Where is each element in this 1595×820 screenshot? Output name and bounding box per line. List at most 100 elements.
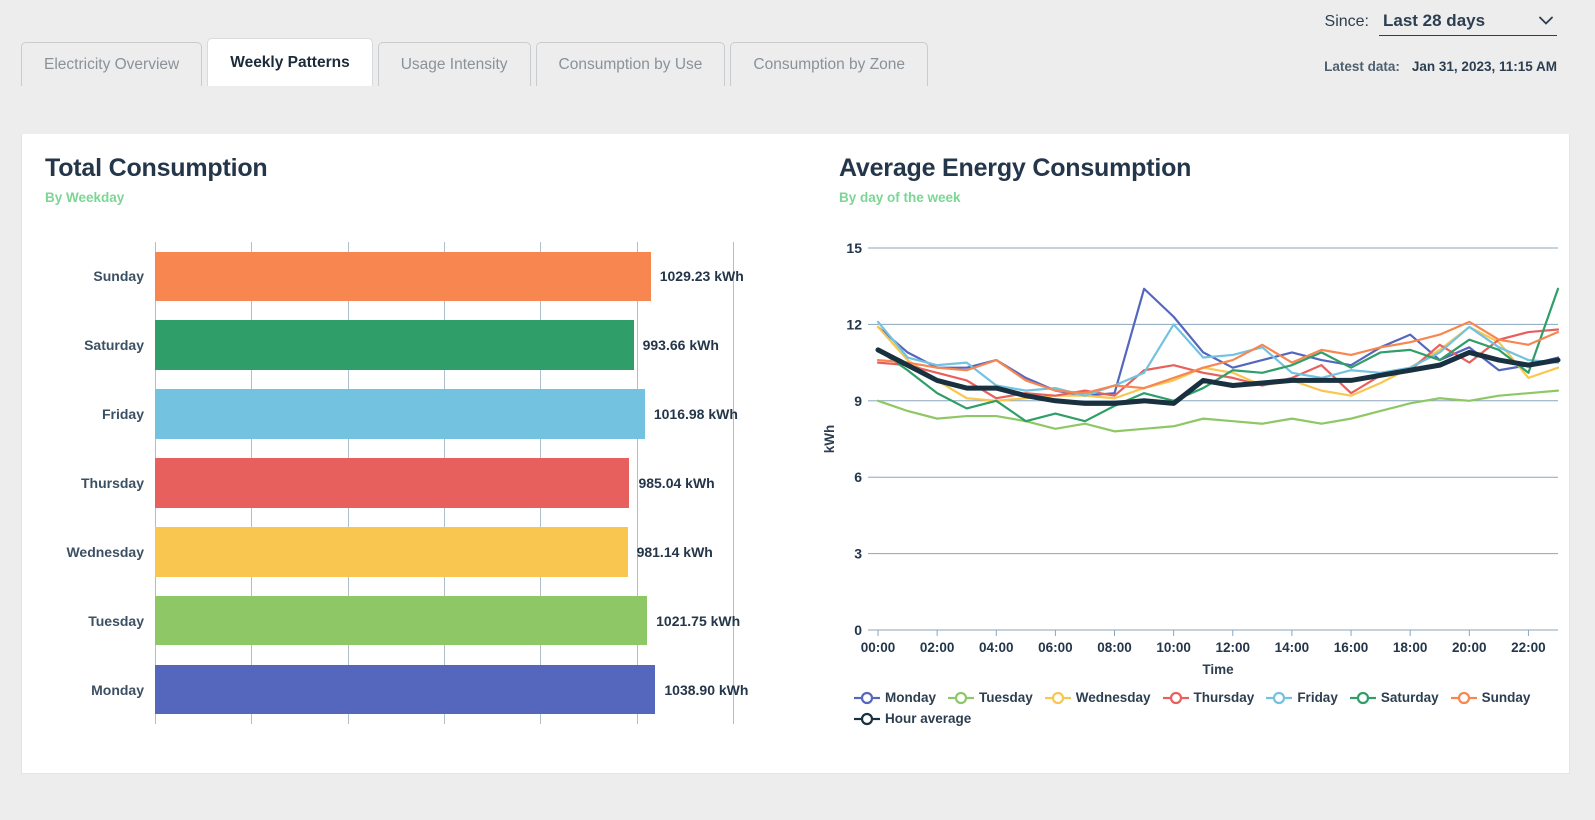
- bar-row[interactable]: Sunday 1029.23 kWh: [93, 251, 744, 302]
- line-series-tuesday[interactable]: [876, 389, 1560, 433]
- legend-label: Monday: [884, 690, 936, 705]
- bar-series: Sunday 1029.23 kWh Saturday 993.66 kWh Frida…: [66, 242, 748, 724]
- average-consumption-panel: Average Energy Consumption By day of the…: [816, 134, 1569, 773]
- y-tick-label: 0: [854, 622, 862, 638]
- x-tick-label: 04:00: [979, 640, 1014, 655]
- total-consumption-bar-chart: Sunday 1029.23 kWh Saturday 993.66 kWh Frida…: [45, 234, 795, 734]
- legend-label: Wednesday: [1075, 690, 1151, 705]
- y-tick-label: 3: [854, 546, 862, 562]
- dashboard-card: Total Consumption By Weekday Sunday 1029.…: [21, 134, 1570, 774]
- page-title: Total Consumption: [45, 154, 268, 182]
- bar-value-label: 985.04 kWh: [638, 474, 715, 491]
- bar-row[interactable]: Monday 1038.90 kWh: [91, 664, 748, 715]
- x-tick-label: 12:00: [1215, 640, 1250, 655]
- bar-value-label: 993.66 kWh: [642, 337, 719, 354]
- legend-marker-icon: [853, 691, 880, 704]
- bar-row[interactable]: Thursday 985.04 kWh: [81, 458, 733, 508]
- y-tick-label: 15: [846, 240, 862, 256]
- bar-value-label: 1029.23 kWh: [659, 268, 744, 285]
- bar-category-label: Monday: [91, 681, 144, 698]
- legend-label: Friday: [1297, 690, 1338, 705]
- bar-rect[interactable]: [155, 458, 630, 508]
- bar-rect[interactable]: [155, 320, 634, 371]
- bar-rect[interactable]: [155, 595, 648, 646]
- right-panel-title: Average Energy Consumption: [838, 154, 1192, 182]
- legend-label: Saturday: [1380, 690, 1439, 705]
- legend-item-tuesday[interactable]: Tuesday: [947, 690, 1033, 705]
- chevron-down-icon: [1539, 16, 1553, 25]
- x-tick-label: 06:00: [1038, 640, 1073, 655]
- right-panel-subtitle: By day of the week: [838, 190, 961, 205]
- x-tick-label: 10:00: [1156, 640, 1191, 655]
- x-tick-label: 14:00: [1275, 640, 1310, 655]
- since-filter: Since: Last 28 days: [1325, 8, 1557, 36]
- line-plot-area: 0 3 6 9 12 15 kWh 00:00 02:00 04:00 06:00 08:00 10:0…: [822, 240, 1561, 677]
- total-consumption-panel: Total Consumption By Weekday Sunday 1029.…: [22, 134, 816, 773]
- legend-item-wednesday[interactable]: Wednesday: [1044, 690, 1151, 705]
- bar-row[interactable]: Tuesday 1021.75 kWh: [88, 595, 740, 646]
- legend-item-monday[interactable]: Monday: [853, 690, 936, 705]
- since-select[interactable]: Last 28 days: [1379, 8, 1557, 36]
- bar-value-label: 1021.75 kWh: [656, 612, 741, 629]
- legend-marker-icon: [1266, 691, 1293, 704]
- legend-item-saturday[interactable]: Saturday: [1349, 690, 1439, 705]
- bar-value-label: 1038.90 kWh: [664, 681, 749, 698]
- legend-item-friday[interactable]: Friday: [1266, 690, 1338, 705]
- x-tick-label: 20:00: [1452, 640, 1487, 655]
- legend-marker-icon: [1349, 691, 1376, 704]
- legend-marker-icon: [947, 691, 974, 704]
- tab-usage-intensity[interactable]: Usage Intensity: [377, 42, 531, 86]
- top-bar: Since: Last 28 days Latest data: Jan 31,…: [0, 0, 1595, 86]
- legend-marker-icon: [1450, 691, 1477, 704]
- tab-label: Usage Intensity: [400, 55, 508, 73]
- legend-item-sunday[interactable]: Sunday: [1450, 690, 1530, 705]
- left-panel-subtitle: By Weekday: [45, 190, 125, 205]
- bar-rect[interactable]: [155, 389, 645, 439]
- bar-plot-area: Sunday 1029.23 kWh Saturday 993.66 kWh Frida…: [66, 242, 748, 724]
- y-tick-label: 9: [854, 393, 862, 409]
- y-tick-label: 12: [846, 316, 862, 332]
- legend-label: Hour average: [884, 711, 972, 726]
- y-tick-label: 6: [854, 469, 862, 485]
- since-selected-value: Last 28 days: [1383, 10, 1486, 30]
- y-axis-title: kWh: [822, 425, 837, 454]
- bar-category-label: Thursday: [80, 474, 144, 491]
- tab-consumption-by-zone[interactable]: Consumption by Zone: [730, 42, 929, 86]
- tab-label: Consumption by Use: [558, 55, 703, 73]
- bar-rect[interactable]: [155, 251, 651, 302]
- latest-data-label: Latest data:: [1324, 59, 1400, 74]
- x-tick-label: 22:00: [1511, 640, 1546, 655]
- bar-value-label: 1016.98 kWh: [653, 406, 738, 423]
- legend-label: Tuesday: [978, 690, 1033, 705]
- tab-electricity-overview[interactable]: Electricity Overview: [21, 42, 203, 86]
- bar-gridline: [733, 242, 734, 724]
- bar-category-label: Sunday: [93, 268, 144, 285]
- tab-label: Consumption by Zone: [753, 55, 906, 73]
- x-axis-title: Time: [1202, 662, 1234, 677]
- tab-label: Weekly Patterns: [230, 53, 350, 71]
- legend-item-thursday[interactable]: Thursday: [1162, 690, 1255, 705]
- tab-weekly-patterns[interactable]: Weekly Patterns: [207, 38, 373, 86]
- bar-category-label: Friday: [101, 406, 144, 423]
- tab-consumption-by-use[interactable]: Consumption by Use: [535, 42, 726, 86]
- tab-bar: Electricity Overview Weekly Patterns Usage…: [21, 38, 929, 86]
- bar-value-label: 981.14 kWh: [636, 543, 713, 560]
- x-tick-label: 18:00: [1393, 640, 1428, 655]
- legend-marker-icon: [1162, 691, 1189, 704]
- legend-marker-icon: [853, 712, 880, 725]
- line-series-hour-average[interactable]: [875, 347, 1561, 406]
- legend-label: Thursday: [1193, 690, 1255, 705]
- latest-data-value: Jan 31, 2023, 11:15 AM: [1411, 59, 1557, 74]
- line-chart-legend: Monday Tuesday Wednesday Thursday Friday Satu…: [853, 690, 1554, 726]
- bar-row[interactable]: Wednesday 981.14 kWh: [66, 527, 733, 577]
- bar-rect[interactable]: [155, 527, 628, 577]
- x-tick-label: 00:00: [861, 640, 896, 655]
- legend-item-hour-average[interactable]: Hour average: [853, 711, 972, 726]
- bar-category-label: Tuesday: [88, 612, 144, 629]
- bar-row[interactable]: Saturday 993.66 kWh: [84, 320, 733, 371]
- bar-rect[interactable]: [155, 664, 656, 715]
- legend-marker-icon: [1044, 691, 1071, 704]
- since-label: Since:: [1324, 13, 1369, 30]
- average-consumption-line-chart: 0 3 6 9 12 15 kWh 00:00 02:00 04:00 06:00 08:00 10:0…: [816, 230, 1570, 750]
- bar-row[interactable]: Friday 1016.98 kWh: [102, 389, 738, 439]
